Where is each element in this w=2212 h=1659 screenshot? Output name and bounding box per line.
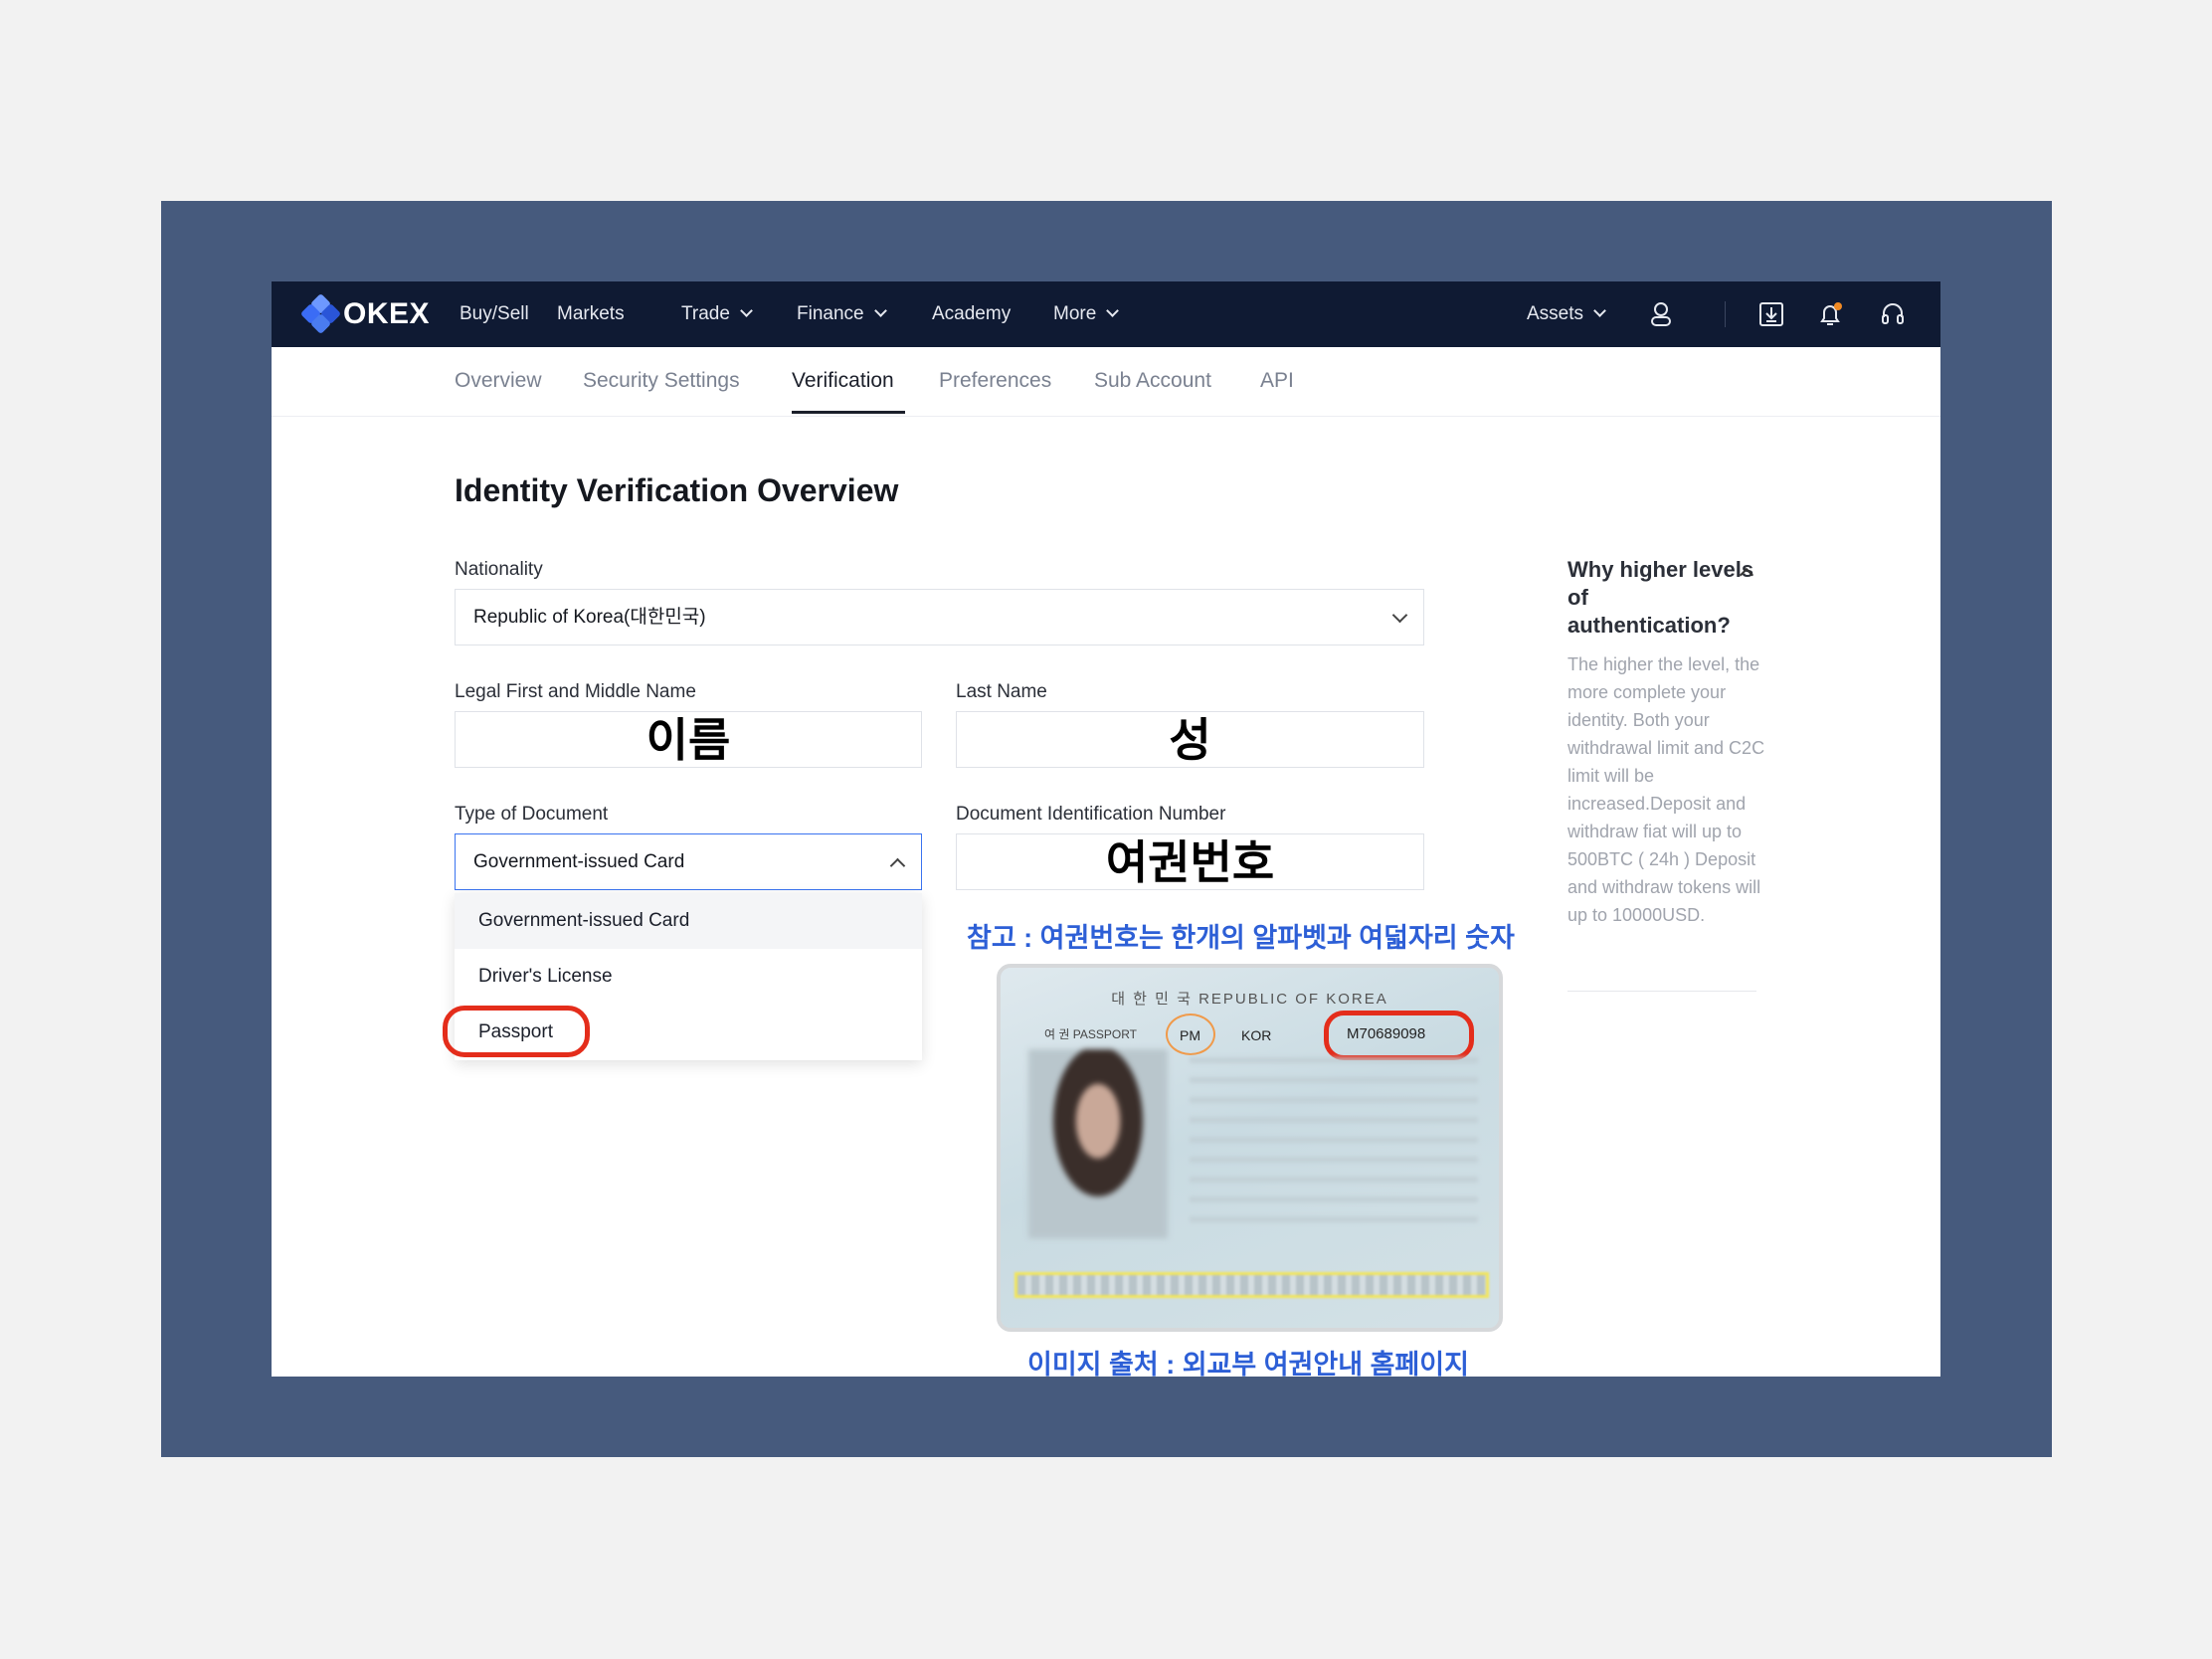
chevron-down-icon [1593,304,1606,317]
annotation-note: 참고 : 여권번호는 한개의 알파벳과 여덟자리 숫자 [967,923,1515,953]
nav-more[interactable]: More [1053,281,1120,347]
doc-number-label: Document Identification Number [956,804,1226,825]
passport-sample-image: 대 한 민 국 REPUBLIC OF KOREA 여 권 PASSPORT P… [997,964,1503,1332]
tab-overview[interactable]: Overview [455,347,542,417]
passport-mrz [1014,1272,1489,1298]
brand-name: OKEX [343,297,431,330]
nationality-value: Republic of Korea(대한민국) [473,607,706,628]
last-name-value: 성 [1169,714,1211,766]
nav-assets-label: Assets [1527,303,1584,324]
passport-type-label: 여 권 PASSPORT [1044,1027,1137,1041]
nav-finance-label: Finance [797,303,864,324]
first-name-value: 이름 [645,714,731,766]
side-panel-body: The higher the level, the more complete … [1567,654,1765,925]
passport-highlight-ring [443,1006,590,1057]
nav-trade[interactable]: Trade [681,281,753,347]
headset-icon[interactable] [1878,299,1908,329]
toolbar-divider [1725,301,1726,327]
tab-security-settings[interactable]: Security Settings [583,347,740,417]
tab-api[interactable]: API [1260,347,1294,417]
passport-header: 대 한 민 국 REPUBLIC OF KOREA [1111,991,1388,1008]
doc-type-label: Type of Document [455,804,609,825]
user-icon[interactable] [1646,299,1676,329]
tab-verification[interactable]: Verification [792,347,894,417]
side-panel-divider [1567,991,1756,992]
download-icon[interactable] [1756,299,1786,329]
nav-trade-label: Trade [681,303,730,324]
last-name-field[interactable]: 성 [956,711,1424,768]
passport-type-highlight [1166,1014,1215,1055]
okex-logo-icon [299,292,342,335]
top-navbar: OKEX Buy/Sell Markets Trade Finance Acad… [272,281,1940,347]
passport-photo [1028,1049,1168,1238]
browser-page: OKEX Buy/Sell Markets Trade Finance Acad… [272,281,1940,1377]
doc-type-dropdown: Government-issued Card Driver's License … [443,893,922,1060]
first-name-field[interactable]: 이름 [455,711,922,768]
nationality-label: Nationality [455,559,543,580]
side-panel-title[interactable]: Why higher levels of authentication? [1567,556,1756,640]
doc-type-value: Government-issued Card [473,851,685,872]
okex-logo[interactable]: OKEX [299,292,431,335]
doc-type-select[interactable]: Government-issued Card [455,833,922,890]
nav-finance[interactable]: Finance [797,281,887,347]
first-name-label: Legal First and Middle Name [455,681,696,702]
page-title: Identity Verification Overview [455,472,899,508]
chevron-down-icon [1391,607,1408,624]
image-credit: 이미지 출처 : 외교부 여권안내 홈페이지 [1027,1350,1469,1377]
tab-sub-account[interactable]: Sub Account [1094,347,1211,417]
passport-blurred-details [1190,1057,1478,1236]
nav-more-label: More [1053,303,1097,324]
tab-preferences[interactable]: Preferences [939,347,1051,417]
account-subnav: Overview Security Settings Verification … [272,347,1940,417]
outer-frame: OKEX Buy/Sell Markets Trade Finance Acad… [161,201,2052,1457]
last-name-label: Last Name [956,681,1047,702]
chevron-up-icon [889,857,906,874]
chevron-down-icon [873,304,887,317]
chevron-down-icon [1106,304,1120,317]
nationality-select[interactable]: Republic of Korea(대한민국) [455,589,1424,645]
option-drivers-license[interactable]: Driver's License [455,949,922,1005]
option-government-card[interactable]: Government-issued Card [455,893,922,949]
active-tab-indicator [792,411,905,414]
passport-number-highlight [1324,1011,1474,1060]
doc-number-field[interactable]: 여권번호 [956,833,1424,890]
doc-number-value: 여권번호 [1105,836,1275,888]
passport-country-value: KOR [1241,1027,1272,1043]
chevron-down-icon [740,304,753,317]
nav-buy-sell[interactable]: Buy/Sell [460,281,529,347]
nav-academy[interactable]: Academy [932,281,1011,347]
bell-icon[interactable] [1815,299,1845,329]
nav-markets[interactable]: Markets [557,281,625,347]
nav-assets[interactable]: Assets [1527,281,1606,347]
